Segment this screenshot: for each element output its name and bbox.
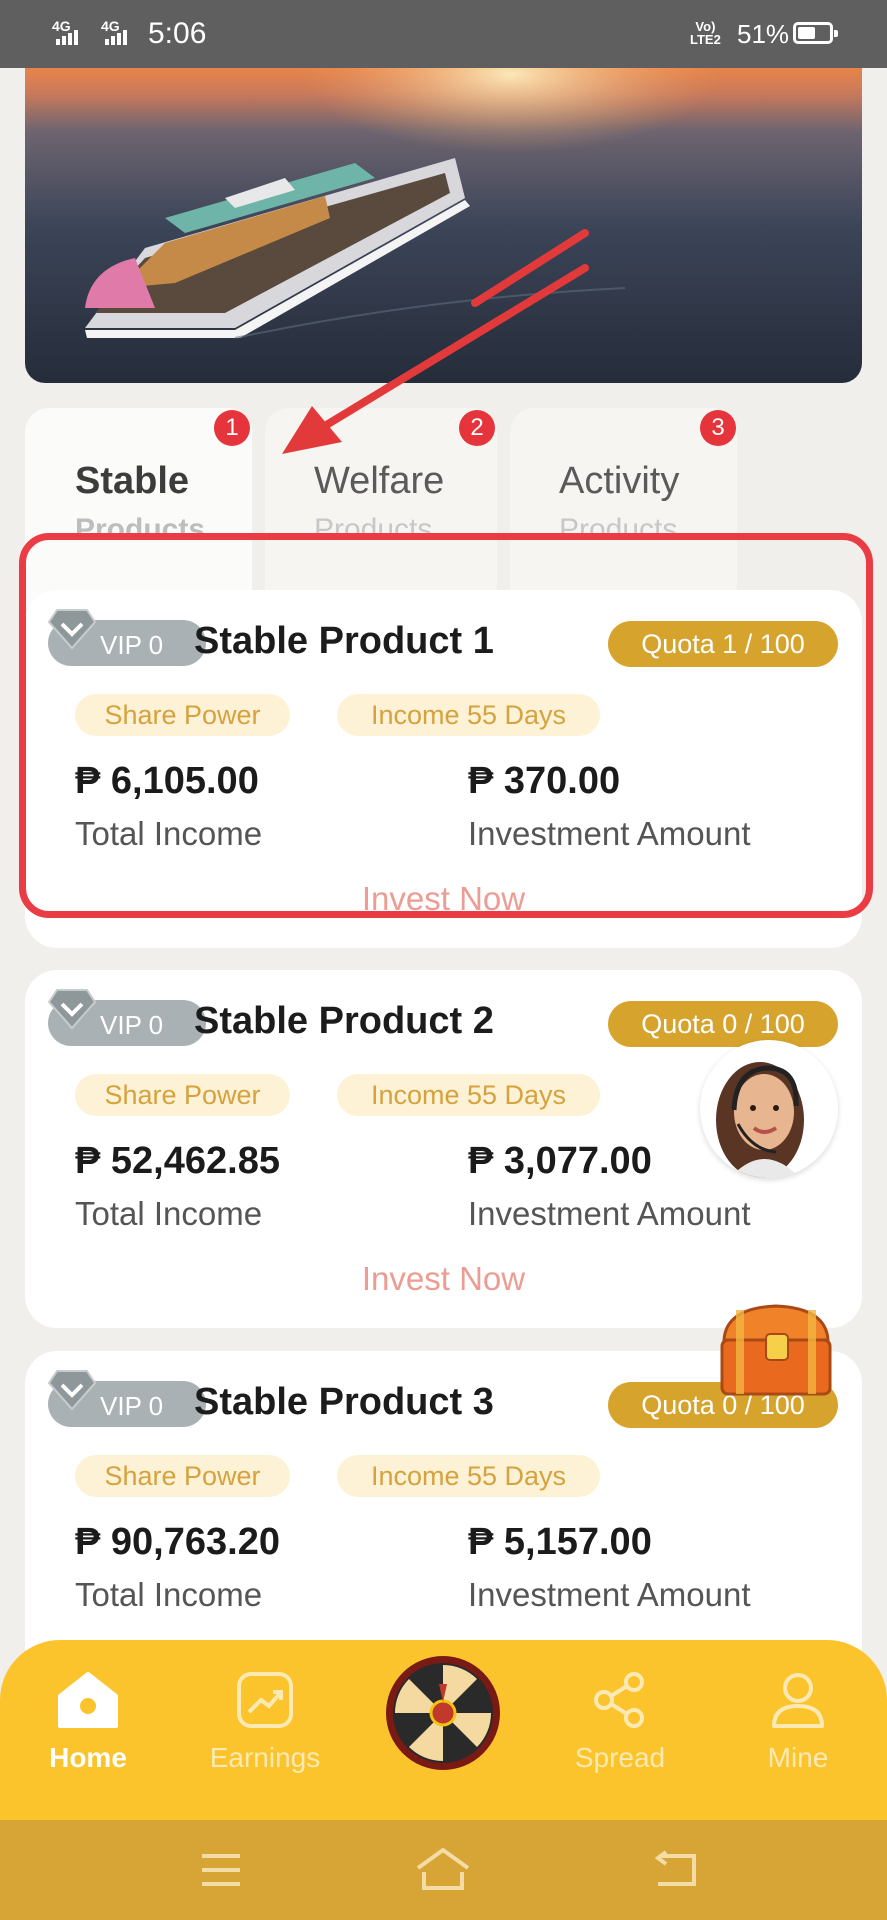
- investment-amount-value: ₱ 3,077.00: [468, 1140, 652, 1182]
- nav-earnings[interactable]: Earnings: [190, 1670, 340, 1774]
- treasure-chest-button[interactable]: [712, 1300, 840, 1400]
- battery-icon: [793, 22, 838, 44]
- customer-service-button[interactable]: [700, 1040, 838, 1178]
- annotation-highlight-box: [19, 533, 873, 918]
- tag-share-power: Share Power: [75, 1074, 290, 1116]
- signal-icon-1: [56, 30, 78, 45]
- tag-income-days: Income 55 Days: [337, 1455, 600, 1497]
- battery-percent: 51%: [737, 19, 790, 49]
- home-outline-icon[interactable]: [414, 1846, 472, 1892]
- signal-icon-2: [105, 30, 127, 45]
- product-name: Stable Product 2: [194, 1000, 494, 1042]
- nav-label: Earnings: [209, 1742, 321, 1773]
- investment-amount-label: Investment Amount: [468, 1195, 751, 1232]
- vip-label: VIP 0: [100, 1391, 164, 1421]
- status-bar: 4G 4G 5:06 Vo) LTE2 51%: [0, 0, 887, 68]
- nav-label: Mine: [767, 1742, 829, 1773]
- total-income-label: Total Income: [75, 1195, 263, 1232]
- nav-mine[interactable]: Mine: [723, 1670, 873, 1774]
- invest-now-button[interactable]: Invest Now: [25, 1260, 862, 1298]
- diamond-icon: [47, 1370, 97, 1411]
- diamond-icon: [47, 989, 97, 1030]
- total-income-value: ₱ 90,763.20: [75, 1521, 280, 1563]
- volte-label-bottom: LTE2: [690, 32, 721, 47]
- investment-amount-label: Investment Amount: [468, 1576, 751, 1613]
- volte-indicator: Vo) LTE2: [690, 20, 721, 46]
- system-navigation-bar: [0, 1820, 887, 1920]
- nav-label: Spread: [574, 1742, 666, 1773]
- clock: 5:06: [148, 17, 207, 50]
- support-agent-icon: [716, 1062, 804, 1178]
- vip-label: VIP 0: [100, 1010, 164, 1040]
- back-icon[interactable]: [652, 1850, 698, 1890]
- total-income-label: Total Income: [75, 1576, 263, 1613]
- lucky-wheel-button[interactable]: [384, 1654, 502, 1772]
- earnings-chart-icon: [237, 1672, 293, 1728]
- tag-share-power: Share Power: [75, 1455, 290, 1497]
- menu-icon[interactable]: [200, 1850, 242, 1890]
- nav-spread[interactable]: Spread: [545, 1670, 695, 1774]
- nav-label: Home: [49, 1742, 127, 1773]
- annotation-arrow: [282, 264, 589, 454]
- nav-home[interactable]: Home: [13, 1670, 163, 1774]
- lucky-wheel-icon: [394, 1664, 492, 1762]
- tag-income-days: Income 55 Days: [337, 1074, 600, 1116]
- investment-amount-value: ₱ 5,157.00: [468, 1521, 652, 1563]
- user-icon: [772, 1673, 824, 1728]
- product-name: Stable Product 3: [194, 1381, 494, 1423]
- home-icon: [58, 1672, 118, 1728]
- total-income-value: ₱ 52,462.85: [75, 1140, 280, 1182]
- quota-badge: Quota 0 / 100: [608, 1001, 838, 1047]
- share-icon: [594, 1672, 644, 1728]
